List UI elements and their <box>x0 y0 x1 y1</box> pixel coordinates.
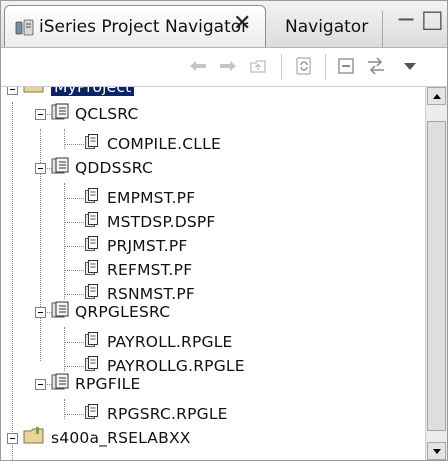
tab-iseries-project-navigator[interactable]: iSeries Project Navigator ✕ <box>4 5 266 47</box>
tab-navigator[interactable]: Navigator <box>273 11 383 47</box>
tree-node-label: s400a_RSELABXX <box>51 429 191 447</box>
tree-node-member[interactable]: MSTDSP.DSPF <box>85 210 216 234</box>
tree-node-source-file[interactable]: QDDSSRC <box>51 156 153 180</box>
member-icon <box>85 236 99 256</box>
collapse-toggle[interactable] <box>35 163 46 174</box>
sync-icon[interactable] <box>363 52 389 80</box>
up-folder-icon[interactable] <box>245 52 271 80</box>
tree-node-source-file[interactable]: QCLSRC <box>51 102 139 126</box>
view-toolbar <box>1 48 447 87</box>
tree-node-myproject[interactable]: MyProject <box>23 87 135 99</box>
source-physical-file-icon <box>51 103 69 125</box>
tree-node-label: RPGSRC.RPGLE <box>107 405 228 423</box>
link-with-editor-icon[interactable] <box>291 52 317 80</box>
tree-node-label: COMPILE.CLLE <box>107 135 221 153</box>
collapse-toggle[interactable] <box>7 87 18 95</box>
tab-strip: iSeries Project Navigator ✕ Navigator − … <box>1 1 447 48</box>
scroll-down-button[interactable] <box>427 442 446 460</box>
member-icon <box>85 134 99 154</box>
project-navigator-view: iSeries Project Navigator ✕ Navigator − … <box>0 0 448 461</box>
tree-node-member[interactable]: EMPMST.PF <box>85 186 195 210</box>
tree-node-label: PRJMST.PF <box>107 237 188 255</box>
tree-node-label: REFMST.PF <box>107 261 193 279</box>
member-icon <box>85 332 99 352</box>
scrollbar-thumb[interactable] <box>427 121 446 431</box>
tab-label: iSeries Project Navigator <box>39 17 249 37</box>
arrow-up-icon <box>432 93 441 99</box>
forward-arrow-icon[interactable] <box>215 52 241 80</box>
arrow-down-icon <box>432 448 441 454</box>
member-icon <box>85 260 99 280</box>
source-physical-file-icon <box>51 301 69 323</box>
tree-node-label: QCLSRC <box>75 105 139 123</box>
minimize-icon[interactable]: − <box>396 5 416 33</box>
back-arrow-icon[interactable] <box>185 52 211 80</box>
source-physical-file-icon <box>51 157 69 179</box>
tree-node-label: MSTDSP.DSPF <box>107 213 216 231</box>
tree-node-source-file[interactable]: QRPGLESRC <box>51 300 170 324</box>
iseries-navigator-icon <box>15 18 35 42</box>
vertical-scrollbar[interactable] <box>425 87 447 460</box>
tree-node-member[interactable]: RPGSRC.RPGLE <box>85 402 228 426</box>
tree-node-member[interactable]: PRJMST.PF <box>85 234 188 258</box>
scroll-up-button[interactable] <box>427 87 446 105</box>
tree-node-label: MyProject <box>51 87 135 96</box>
tree-node-label: PAYROLL.RPGLE <box>107 333 233 351</box>
collapse-all-icon[interactable] <box>333 52 359 80</box>
collapse-toggle[interactable] <box>7 433 18 444</box>
tree-node-label: EMPMST.PF <box>107 189 196 207</box>
collapse-toggle[interactable] <box>35 109 46 120</box>
tree-node-label: RPGFILE <box>75 375 141 393</box>
project-folder-icon <box>23 426 47 450</box>
tree-node-source-file[interactable]: RPGFILE <box>51 372 140 396</box>
collapse-toggle[interactable] <box>35 307 46 318</box>
close-icon[interactable]: ✕ <box>233 11 251 36</box>
source-physical-file-icon <box>51 373 69 395</box>
member-icon <box>85 404 99 424</box>
view-menu-icon[interactable] <box>397 52 423 80</box>
toolbar-separator <box>281 54 282 80</box>
tree-node-label: QRPGLESRC <box>75 303 171 321</box>
member-icon <box>85 188 99 208</box>
project-folder-icon <box>23 87 47 99</box>
maximize-icon[interactable]: □ <box>421 5 444 33</box>
tree-node-label: QDDSSRC <box>75 159 153 177</box>
collapse-toggle[interactable] <box>35 379 46 390</box>
tab-label: Navigator <box>285 17 369 37</box>
project-tree: MyProject QCLSRC COMPILE.CLLE QDDSSRC EM… <box>1 87 425 460</box>
tree-node-member[interactable]: REFMST.PF <box>85 258 192 282</box>
tree-node-member[interactable]: COMPILE.CLLE <box>85 132 221 156</box>
toolbar-separator <box>325 54 326 80</box>
tree-node-project[interactable]: s400a_RSELABXX <box>23 426 191 450</box>
member-icon <box>85 212 99 232</box>
tree-node-member[interactable]: PAYROLL.RPGLE <box>85 330 233 354</box>
